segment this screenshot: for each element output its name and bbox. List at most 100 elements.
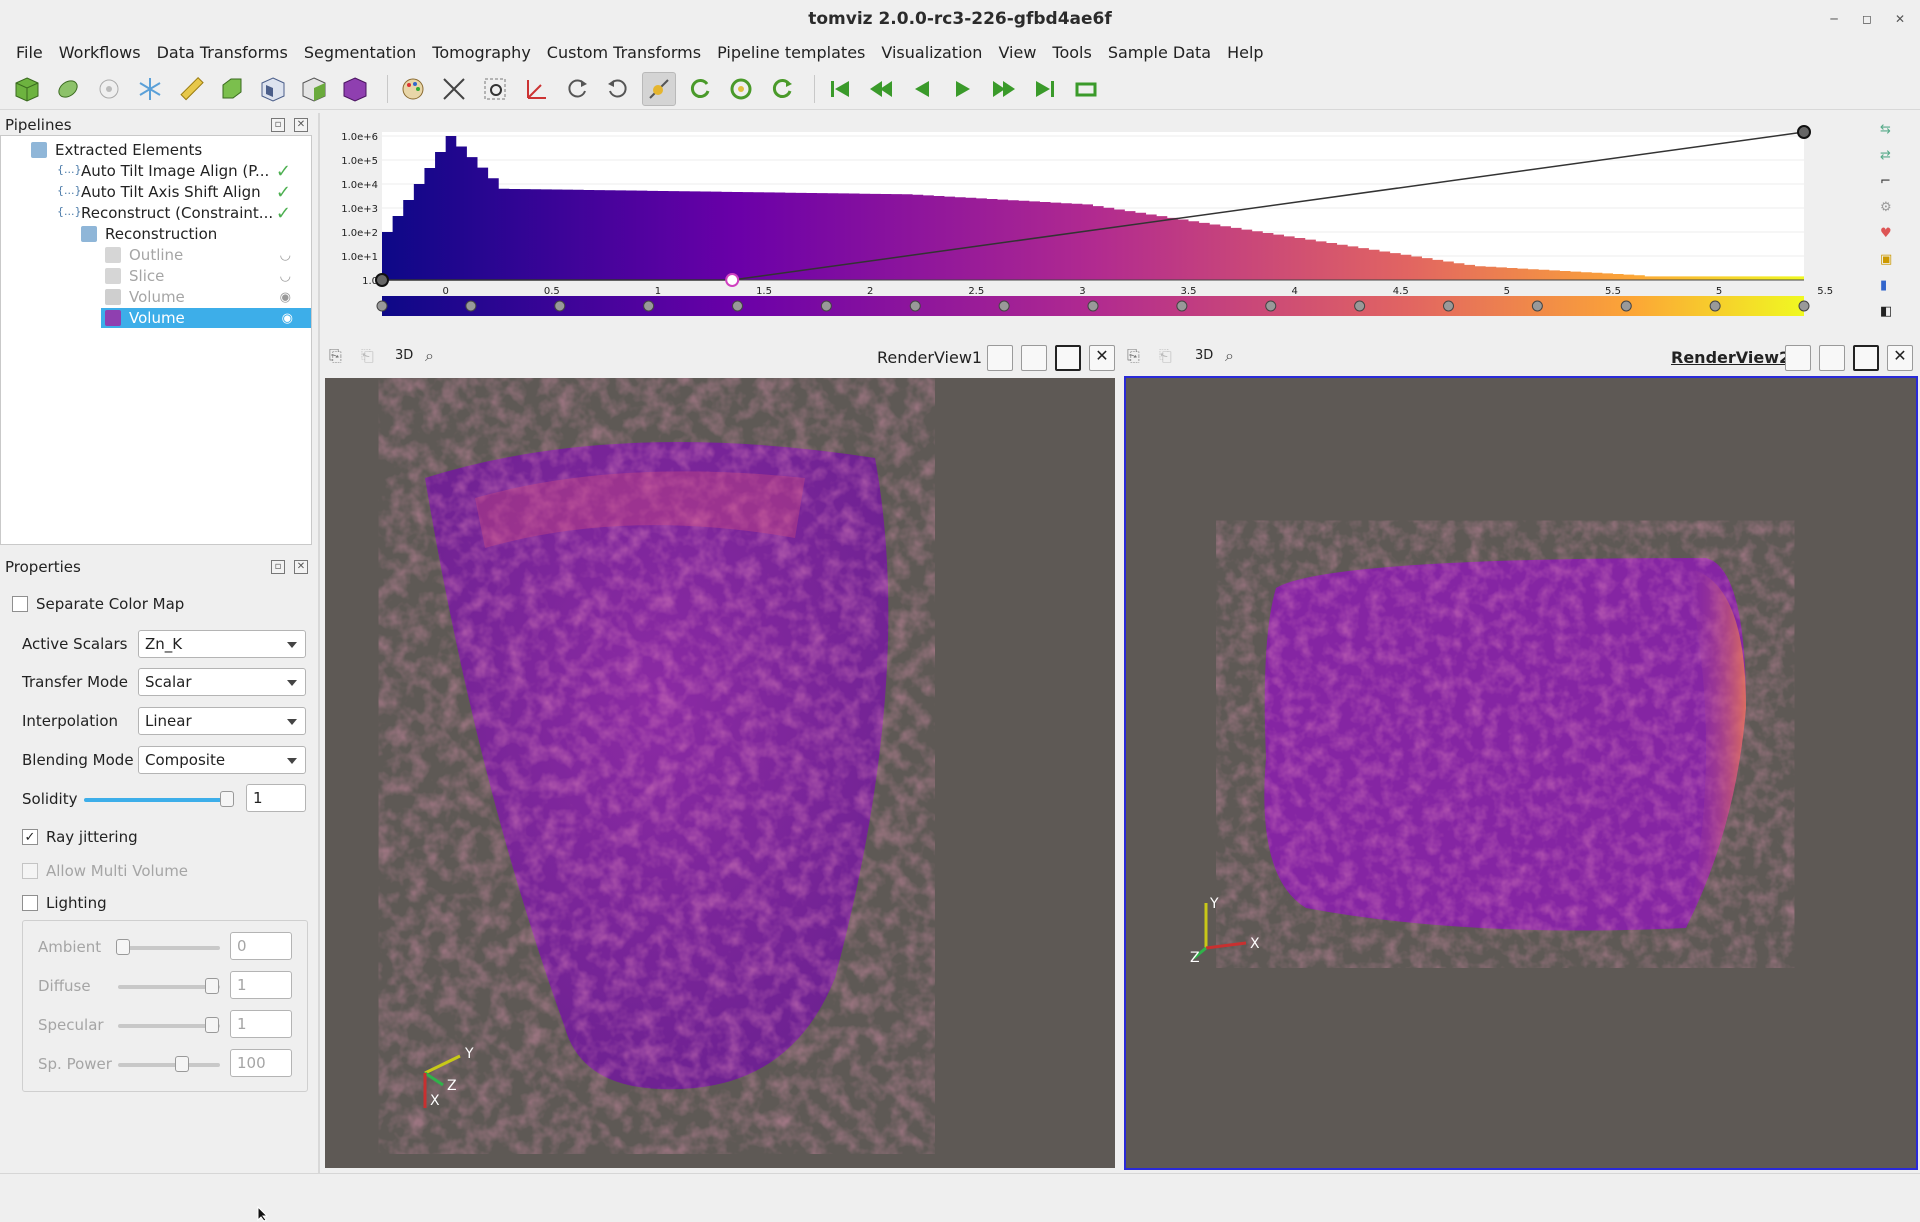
histogram-editor[interactable]: 1.0e+6 1.0e+5 1.0e+4 1.0e+3 1.0e+2 1.0e+1 1.0 … — [332, 120, 1872, 320]
close-view-button[interactable]: ✕ — [1887, 345, 1913, 371]
colormap-control-point[interactable] — [820, 300, 832, 312]
view-mode-3d[interactable]: 3D — [395, 348, 413, 363]
measure-button[interactable] — [174, 72, 208, 106]
menu-segmentation[interactable]: Segmentation — [296, 43, 424, 62]
interact-button[interactable] — [642, 71, 676, 106]
specular-slider-handle[interactable] — [205, 1017, 219, 1033]
sp-power-slider[interactable] — [118, 1063, 220, 1067]
colormap-control-point[interactable] — [1354, 300, 1366, 312]
camera-undo-icon[interactable]: ⎗ — [1159, 346, 1172, 366]
colormap-control-point[interactable] — [465, 300, 477, 312]
play-button[interactable] — [946, 72, 980, 106]
menu-tools[interactable]: Tools — [1044, 43, 1099, 62]
expand-range-icon[interactable]: ⇆ — [1880, 122, 1908, 144]
colormap-control-point[interactable] — [1176, 300, 1188, 312]
colormap-control-point[interactable] — [1709, 300, 1721, 312]
zoom-to-box-button[interactable] — [478, 72, 512, 106]
opacity-control-point[interactable] — [1797, 125, 1811, 139]
previous-frame-button[interactable] — [864, 72, 898, 106]
menu-view[interactable]: View — [990, 43, 1044, 62]
allow-multi-volume-checkbox[interactable]: Allow Multi Volume — [22, 857, 188, 885]
interpolation-combo[interactable]: Linear — [138, 707, 306, 735]
axes-button[interactable] — [519, 72, 553, 106]
specular-input[interactable]: 1 — [230, 1010, 292, 1038]
ruler-button[interactable] — [92, 72, 126, 106]
solidity-slider-handle[interactable] — [220, 791, 234, 807]
box-outline-button[interactable] — [256, 72, 290, 106]
colormap-control-point[interactable] — [1798, 300, 1810, 312]
crop-button[interactable] — [215, 72, 249, 106]
rotate-y-button[interactable] — [724, 72, 758, 106]
eye-icon[interactable]: ◉ — [282, 311, 293, 326]
maximize-icon[interactable]: ◻ — [1857, 9, 1877, 29]
colormap-control-point[interactable] — [998, 300, 1010, 312]
colormap-control-point[interactable] — [732, 300, 743, 312]
active-scalars-combo[interactable]: Zn_K — [138, 630, 306, 658]
eye-closed-icon[interactable]: ◡ — [280, 248, 291, 263]
save-preset-icon[interactable]: ♥ — [1880, 226, 1908, 248]
tree-item-outline[interactable]: Outline ◡ — [105, 245, 313, 265]
zoom-icon[interactable]: ⌕ — [425, 346, 434, 366]
menu-file[interactable]: File — [8, 43, 51, 62]
last-frame-button[interactable] — [1028, 72, 1062, 106]
opacity-control-point[interactable] — [375, 273, 389, 287]
menu-pipeline-templates[interactable]: Pipeline templates — [709, 43, 873, 62]
ambient-input[interactable]: 0 — [230, 932, 292, 960]
split-vertical-button[interactable] — [1819, 345, 1845, 371]
eye-icon[interactable]: ◉ — [280, 290, 291, 305]
close-icon[interactable]: ✕ — [1890, 9, 1910, 29]
volume-button[interactable] — [338, 72, 372, 106]
snowflake-button[interactable] — [133, 72, 167, 106]
checkbox-box[interactable] — [22, 895, 38, 911]
panel-splitter[interactable] — [318, 113, 320, 1173]
ambient-slider-handle[interactable] — [116, 939, 130, 955]
camera-reset-icon[interactable]: ⎘ — [329, 346, 342, 366]
menu-data-transforms[interactable]: Data Transforms — [149, 43, 296, 62]
close-view-button[interactable]: ✕ — [1089, 345, 1115, 371]
view-mode-3d[interactable]: 3D — [1195, 348, 1213, 363]
menu-workflows[interactable]: Workflows — [51, 43, 149, 62]
colormap-control-point[interactable] — [909, 300, 921, 312]
render-view-2[interactable]: Y X Z — [1124, 376, 1918, 1170]
colormap-control-point[interactable] — [1443, 300, 1454, 312]
colormap-control-point[interactable] — [1531, 300, 1543, 312]
camera-reset-icon[interactable]: ⎘ — [1127, 346, 1140, 366]
sp-power-slider-handle[interactable] — [175, 1056, 189, 1072]
colormap-control-point[interactable] — [1087, 300, 1099, 312]
loop-button[interactable] — [1069, 72, 1103, 106]
rotate-plus90-button[interactable] — [560, 72, 594, 106]
maximize-view-button[interactable] — [1055, 345, 1081, 371]
tree-item-volume-2[interactable]: Volume ◉ — [101, 308, 311, 328]
transfer-mode-combo[interactable]: Scalar — [138, 668, 306, 696]
play-backward-button[interactable] — [905, 72, 939, 106]
render-view-1[interactable]: Y Z X — [325, 378, 1115, 1168]
open-data-button[interactable] — [10, 72, 44, 106]
next-frame-button[interactable] — [987, 72, 1021, 106]
first-frame-button[interactable] — [823, 72, 857, 106]
sp-power-input[interactable]: 100 — [230, 1049, 292, 1077]
ray-jittering-checkbox[interactable]: ✓ Ray jittering — [22, 823, 138, 851]
ambient-slider[interactable] — [118, 946, 220, 950]
pipeline-tree[interactable]: Extracted Elements {...} Auto Tilt Image … — [0, 135, 312, 545]
lighting-checkbox[interactable]: Lighting — [22, 889, 107, 917]
checkbox-box[interactable] — [12, 596, 28, 612]
rotate-x-button[interactable] — [683, 72, 717, 106]
slice-button[interactable] — [297, 72, 331, 106]
opacity-control-point[interactable] — [725, 273, 740, 287]
close-panel-icon[interactable]: ✕ — [294, 560, 308, 574]
tree-item-extracted-elements[interactable]: Extracted Elements — [31, 140, 202, 160]
load-button[interactable] — [51, 72, 85, 106]
color-map-button[interactable] — [396, 72, 430, 106]
diffuse-input[interactable]: 1 — [230, 971, 292, 999]
maximize-view-button[interactable] — [1853, 345, 1879, 371]
colormap-control-point[interactable] — [1620, 300, 1632, 312]
solidity-slider[interactable] — [84, 798, 230, 802]
tree-item-auto-tilt-axis-shift[interactable]: {...} Auto Tilt Axis Shift Align ✓ — [57, 182, 313, 203]
split-vertical-button[interactable] — [1021, 345, 1047, 371]
menu-sample-data[interactable]: Sample Data — [1100, 43, 1219, 62]
tree-item-auto-tilt-image-align[interactable]: {...} Auto Tilt Image Align (P... ✓ — [57, 161, 313, 182]
open-preset-icon[interactable]: ▣ — [1880, 252, 1908, 274]
gradient-icon[interactable]: ◧ — [1880, 304, 1908, 326]
tree-item-reconstruction[interactable]: Reconstruction — [81, 224, 217, 244]
diffuse-slider-handle[interactable] — [205, 978, 219, 994]
